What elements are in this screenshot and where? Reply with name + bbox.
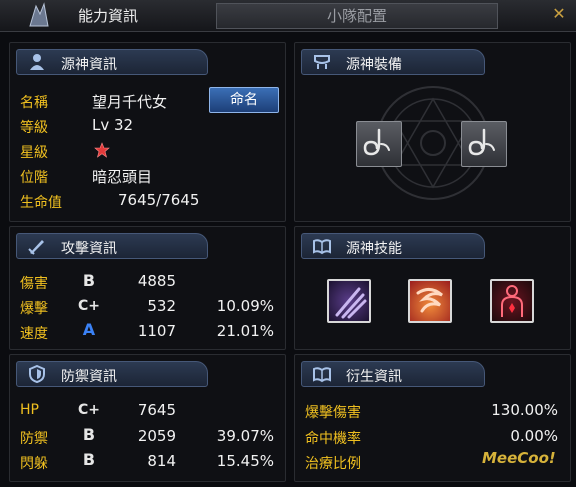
sword-icon bbox=[27, 237, 47, 255]
rename-button[interactable]: 命名 bbox=[209, 87, 279, 113]
skills-panel-header: 源神技能 bbox=[301, 233, 485, 259]
skill-slot-1[interactable] bbox=[327, 279, 371, 323]
info-label-star: 星級 bbox=[20, 145, 48, 161]
grade-b-icon: B bbox=[82, 450, 96, 469]
equip-icon bbox=[312, 53, 332, 71]
attack-label-crit: 爆擊 bbox=[20, 301, 48, 317]
info-value-name: 望月千代女 bbox=[92, 93, 168, 111]
tab-team-setup[interactable]: 小隊配置 bbox=[216, 3, 498, 29]
person-icon bbox=[27, 53, 47, 71]
defense-value-defense: 2059 bbox=[137, 427, 176, 445]
attack-value-speed: 1107 bbox=[137, 322, 176, 340]
attack-value-crit: 532 bbox=[147, 297, 176, 315]
info-panel-title: 源神資訊 bbox=[61, 57, 117, 73]
info-value-level: Lv 32 bbox=[92, 116, 134, 134]
book-icon bbox=[312, 237, 332, 255]
defense-label-hp: HP bbox=[20, 402, 39, 418]
derived-value-hit-rate: 0.00% bbox=[510, 427, 558, 445]
book-icon bbox=[312, 365, 332, 383]
shield-icon bbox=[27, 364, 47, 384]
defense-pct-dodge: 15.45% bbox=[216, 452, 274, 470]
equip-panel: 源神裝備 bbox=[294, 42, 571, 222]
info-label-level: 等級 bbox=[20, 120, 48, 136]
grade-a-icon: A bbox=[82, 320, 96, 339]
info-value-rank: 暗忍頭目 bbox=[92, 168, 153, 186]
app-icon bbox=[22, 2, 56, 28]
info-value-hp: 7645/7645 bbox=[118, 191, 200, 209]
defense-pct-defense: 39.07% bbox=[216, 427, 274, 445]
defense-value-hp: 7645 bbox=[137, 401, 176, 419]
equip-panel-title: 源神裝備 bbox=[346, 57, 402, 73]
equip-panel-header: 源神裝備 bbox=[301, 49, 485, 75]
skill-slot-2[interactable] bbox=[408, 279, 452, 323]
attack-pct-crit: 10.09% bbox=[216, 297, 274, 315]
grade-c-plus-icon: C+ bbox=[78, 298, 101, 314]
watermark: MeeCoo! bbox=[482, 449, 556, 467]
info-label-rank: 位階 bbox=[20, 170, 48, 186]
grade-b-icon: B bbox=[82, 425, 96, 444]
skills-panel-title: 源神技能 bbox=[346, 241, 402, 257]
info-panel-header: 源神資訊 bbox=[16, 49, 208, 75]
attack-value-damage: 4885 bbox=[137, 272, 176, 290]
attack-pct-speed: 21.01% bbox=[216, 322, 274, 340]
defense-panel-header: 防禦資訊 bbox=[16, 361, 208, 387]
defense-value-dodge: 814 bbox=[147, 452, 176, 470]
info-label-hp: 生命值 bbox=[20, 195, 62, 211]
derived-panel-title: 衍生資訊 bbox=[346, 369, 402, 385]
attack-panel-header: 攻擊資訊 bbox=[16, 233, 208, 259]
star-icon bbox=[94, 142, 110, 158]
defense-panel-title: 防禦資訊 bbox=[61, 369, 117, 385]
defense-label-defense: 防禦 bbox=[20, 431, 48, 447]
equip-slot-2[interactable] bbox=[461, 121, 507, 167]
grade-c-plus-icon: C+ bbox=[78, 402, 101, 418]
derived-label-heal-ratio: 治療比例 bbox=[305, 456, 361, 472]
skill-slot-3[interactable] bbox=[490, 279, 534, 323]
grade-b-icon: B bbox=[82, 271, 96, 290]
attack-label-speed: 速度 bbox=[20, 326, 48, 342]
top-bar: 能力資訊 小隊配置 ✕ bbox=[0, 0, 576, 32]
claw-skill-icon bbox=[335, 287, 367, 319]
attack-panel-title: 攻擊資訊 bbox=[61, 241, 117, 257]
hook-icon bbox=[363, 128, 390, 156]
tab-ability-info[interactable]: 能力資訊 bbox=[70, 4, 210, 28]
derived-label-crit-damage: 爆擊傷害 bbox=[305, 405, 361, 421]
derived-value-crit-damage: 130.00% bbox=[491, 401, 558, 419]
equip-slot-1[interactable] bbox=[356, 121, 402, 167]
close-icon[interactable]: ✕ bbox=[547, 2, 571, 26]
hook-icon bbox=[468, 128, 495, 156]
derived-label-hit-rate: 命中機率 bbox=[305, 431, 361, 447]
derived-panel-header: 衍生資訊 bbox=[301, 361, 485, 387]
body-skill-icon bbox=[501, 285, 523, 317]
attack-label-damage: 傷害 bbox=[20, 276, 48, 292]
defense-label-dodge: 閃躲 bbox=[20, 456, 48, 472]
info-label-name: 名稱 bbox=[20, 95, 48, 111]
fire-skill-icon bbox=[416, 288, 443, 313]
